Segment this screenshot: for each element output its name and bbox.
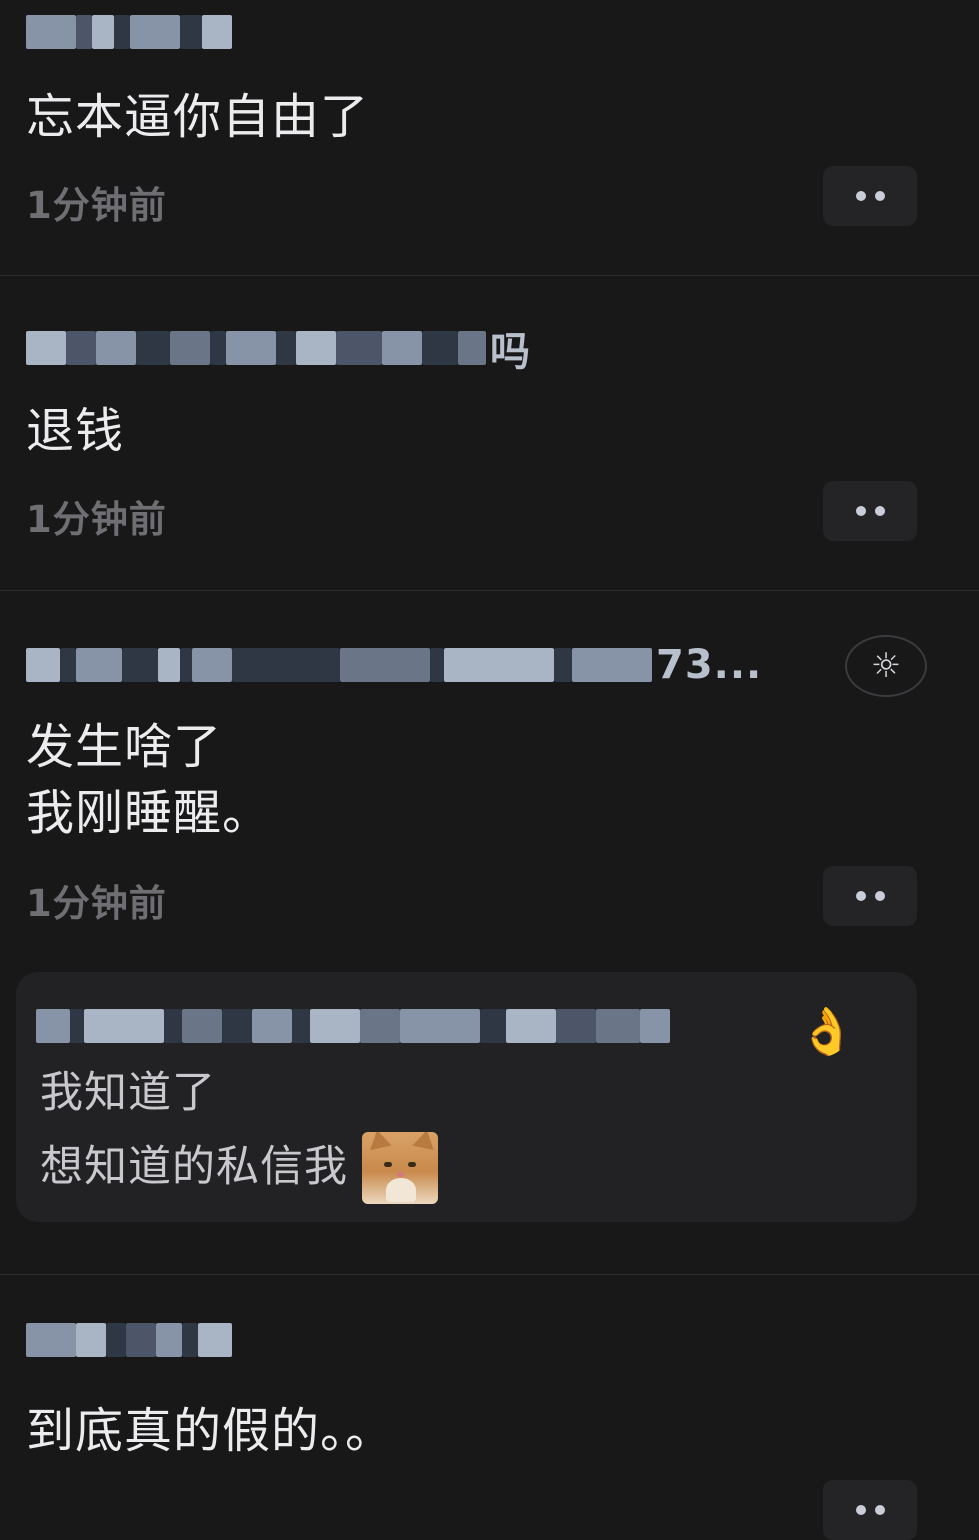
comment-time: 1分钟前: [26, 184, 167, 227]
mosaic-block: [76, 648, 122, 682]
reply-text-line: 我知道了: [40, 1068, 216, 1118]
dot: [855, 1505, 866, 1515]
dot: [874, 506, 885, 516]
mosaic-block: [170, 331, 210, 365]
mosaic-block: [158, 648, 180, 682]
mosaic-block: [92, 15, 114, 49]
mosaic-block: [182, 1323, 198, 1357]
mosaic-block: [572, 648, 652, 682]
mosaic-block: [180, 648, 192, 682]
mosaic-block: [226, 331, 276, 365]
sun-badge-icon[interactable]: ☼: [845, 635, 927, 697]
dot: [874, 891, 885, 901]
mosaic-block: [506, 1009, 556, 1043]
username-obscured[interactable]: [26, 1316, 232, 1364]
dot: [855, 506, 866, 516]
mosaic-block: [554, 648, 572, 682]
comment-text: 忘本逼你自由了: [26, 89, 370, 145]
cat-sticker-icon: [362, 1132, 438, 1204]
username-tail: 73...: [656, 642, 763, 688]
mosaic-block: [26, 331, 66, 365]
mosaic-block: [198, 1323, 232, 1357]
mosaic-block: [210, 331, 226, 365]
mosaic-block: [126, 1323, 156, 1357]
username-obscured[interactable]: 73...: [26, 641, 762, 689]
mosaic-block: [84, 1009, 164, 1043]
mosaic-block: [122, 648, 158, 682]
mosaic-block: [360, 1009, 400, 1043]
comment-time: 1分钟前: [26, 882, 167, 925]
mosaic-block: [444, 648, 554, 682]
reply-username-obscured[interactable]: [36, 1002, 670, 1050]
username-tail: 吗: [490, 329, 531, 375]
mosaic-block: [106, 1323, 126, 1357]
mosaic-block: [60, 648, 76, 682]
dot: [874, 1505, 885, 1515]
mosaic-block: [336, 331, 382, 365]
username-obscured[interactable]: 吗: [26, 324, 531, 375]
mosaic-block: [192, 648, 232, 682]
divider: [0, 275, 979, 276]
mosaic-block: [202, 15, 232, 49]
mosaic-block: [382, 331, 422, 365]
mosaic-block: [556, 1009, 596, 1043]
mosaic-block: [222, 1009, 252, 1043]
dot: [855, 891, 866, 901]
mosaic-block: [36, 1009, 70, 1043]
more-dots-icon[interactable]: [823, 866, 917, 926]
more-dots-icon[interactable]: [823, 481, 917, 541]
mosaic-block: [292, 1009, 310, 1043]
comment-text: 发生啥了 我刚睡醒。: [26, 719, 272, 841]
mosaic-block: [640, 1009, 670, 1043]
mosaic-block: [26, 648, 60, 682]
more-dots-icon[interactable]: [823, 166, 917, 226]
mosaic-block: [430, 648, 444, 682]
mosaic-block: [458, 331, 486, 365]
dot: [874, 191, 885, 201]
mosaic-block: [422, 331, 458, 365]
mosaic-block: [232, 648, 340, 682]
mosaic-block: [96, 331, 136, 365]
mosaic-block: [400, 1009, 480, 1043]
dot: [855, 191, 866, 201]
username-obscured[interactable]: [26, 8, 232, 56]
mosaic-block: [296, 331, 336, 365]
mosaic-block: [76, 1323, 106, 1357]
mosaic-block: [156, 1323, 182, 1357]
more-dots-icon[interactable]: [823, 1480, 917, 1540]
comment-text: 退钱: [26, 403, 125, 459]
mosaic-block: [76, 15, 92, 49]
mosaic-block: [70, 1009, 84, 1043]
mosaic-block: [310, 1009, 360, 1043]
mosaic-block: [130, 15, 180, 49]
mosaic-block: [26, 1323, 76, 1357]
mosaic-block: [164, 1009, 182, 1043]
mosaic-block: [480, 1009, 506, 1043]
ok-hand-emoji-icon: 👌: [798, 1004, 856, 1058]
mosaic-block: [340, 648, 430, 682]
mosaic-block: [252, 1009, 292, 1043]
mosaic-block: [276, 331, 296, 365]
mosaic-block: [596, 1009, 640, 1043]
comment-text: 到底真的假的。。: [26, 1403, 395, 1459]
divider: [0, 590, 979, 591]
mosaic-block: [180, 15, 202, 49]
mosaic-block: [26, 15, 76, 49]
mosaic-block: [182, 1009, 222, 1043]
mosaic-block: [114, 15, 130, 49]
mosaic-block: [136, 331, 170, 365]
mosaic-block: [66, 331, 96, 365]
divider: [0, 1274, 979, 1275]
reply-text-line: 想知道的私信我: [40, 1142, 348, 1192]
comment-time: 1分钟前: [26, 498, 167, 541]
